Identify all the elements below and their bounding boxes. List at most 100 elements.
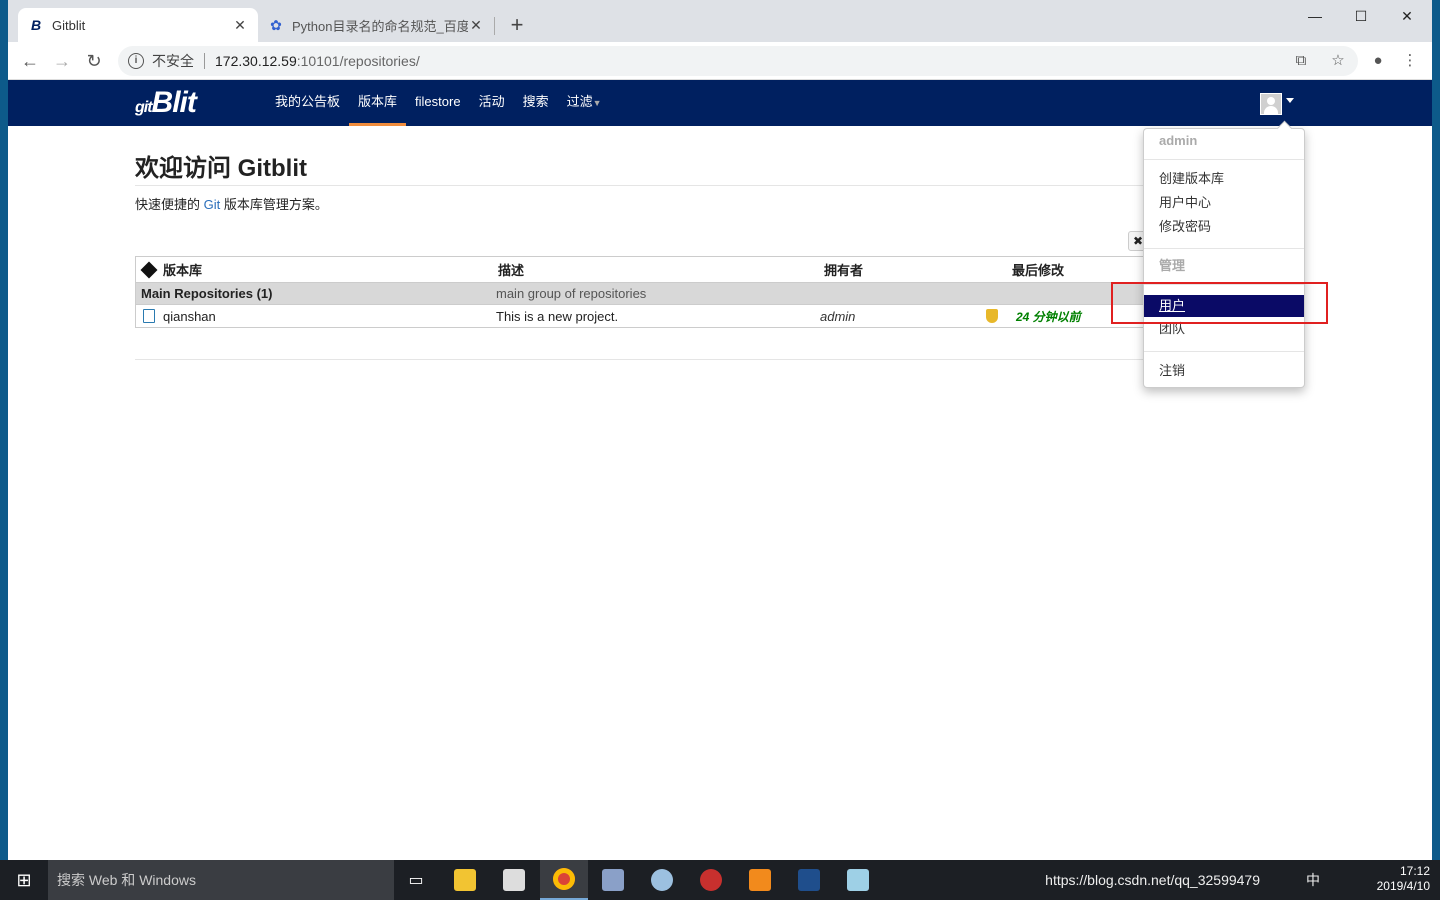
tab-baidu[interactable]: ✿ Python目录名的命名规范_百度搜 ✕ [258,8,494,42]
repo-owner[interactable]: admin [816,309,984,324]
user-dropdown-menu: admin 创建版本库 用户中心 修改密码 管理 用户 团队 注销 [1143,128,1305,388]
nav-dashboard[interactable]: 我的公告板 [266,80,349,126]
nav-repositories[interactable]: 版本库 [349,80,407,126]
subtitle-text-end: 版本库管理方案。 [220,197,328,212]
group-row[interactable]: Main Repositories (1) main group of repo… [136,283,1194,305]
avatar[interactable] [1260,93,1282,115]
menu-header-admin: 管理 [1159,258,1186,273]
address-divider [204,53,205,69]
menu-divider [1144,159,1304,160]
tab-label: Python目录名的命名规范_百度搜 [292,18,468,34]
tab-close-icon[interactable]: ✕ [232,17,248,34]
column-repository[interactable]: 版本库 [136,260,492,279]
main-nav: 我的公告板 版本库 filestore 活动 搜索 过滤▼ [266,80,611,126]
page-subtitle: 快速便捷的 Git 版本库管理方案。 [135,194,328,213]
windows-taskbar: ⊞ 搜索 Web 和 Windows ▭ https://blog.csdn.n… [0,860,1440,900]
chevron-down-icon: ▼ [592,98,602,108]
nav-search[interactable]: 搜索 [514,80,558,126]
bookmark-star-icon[interactable]: ☆ [1328,51,1348,71]
new-tab-button[interactable]: + [504,12,530,38]
minimize-button[interactable]: — [1292,4,1338,28]
divider [135,359,1285,360]
paint-tool-icon[interactable] [589,860,637,900]
orange-app-icon[interactable] [736,860,784,900]
watermark-text: https://blog.csdn.net/qq_32599479 [1045,872,1260,888]
maximize-button[interactable]: ☐ [1338,4,1384,28]
divider [135,185,1285,186]
repo-access-cell [984,309,1012,323]
paint-palette-icon[interactable] [638,860,686,900]
taskbar-clock[interactable]: 17:12 2019/4/10 [1377,864,1430,894]
tab-gitblit[interactable]: B Gitblit ✕ [18,8,258,42]
browser-app-icon[interactable] [687,860,735,900]
forward-arrow-icon[interactable]: → [50,49,74,73]
logo-text: Blit [151,86,197,119]
windows-start-icon[interactable]: ⊞ [0,860,48,900]
table-row[interactable]: qianshan This is a new project. admin 24… [136,305,1194,327]
logo-prefix: git [135,99,153,116]
git-link[interactable]: Git [204,197,221,212]
gitblit-navbar: gitBlit 我的公告板 版本库 filestore 活动 搜索 过滤▼ [8,80,1432,126]
taskbar-search-box[interactable]: 搜索 Web 和 Windows [48,860,394,900]
menu-item-change-password[interactable]: 修改密码 [1144,216,1304,238]
reload-icon[interactable]: ↻ [82,49,106,73]
subtitle-text: 快速便捷的 [135,197,204,212]
column-description[interactable]: 描述 [492,260,816,279]
clock-date: 2019/4/10 [1376,879,1430,893]
chrome-icon[interactable] [540,860,588,900]
shield-icon [986,309,998,323]
notes-app-icon[interactable] [834,860,882,900]
desktop-background [0,0,8,860]
gitblit-icon: B [30,17,42,33]
column-owner[interactable]: 拥有者 [816,260,984,279]
page-title: 欢迎访问 Gitblit [135,155,307,182]
address-bar[interactable]: i 不安全 172.30.12.59 :10101/repositories/ [118,46,1358,76]
tab-label: Gitblit [52,17,86,33]
script-app-icon[interactable] [785,860,833,900]
url-path: :10101/repositories/ [296,53,420,69]
nav-filter-label: 过滤 [566,94,593,109]
translate-icon[interactable]: ⧉ [1291,51,1311,71]
desktop-background-right [1432,0,1440,860]
file-explorer-icon[interactable] [441,860,489,900]
menu-kebab-icon[interactable]: ⋮ [1400,51,1420,71]
back-arrow-icon[interactable]: ← [18,49,42,73]
group-description: main group of repositories [496,286,647,301]
url-host: 172.30.12.59 [215,53,297,69]
browser-window: B Gitblit ✕ ✿ Python目录名的命名规范_百度搜 ✕ + — ☐… [8,0,1432,860]
tab-close-icon[interactable]: ✕ [468,17,484,34]
nav-filestore[interactable]: filestore [406,80,470,126]
table-header: 版本库 描述 拥有者 最后修改 [136,257,1194,283]
clock-time: 17:12 [1399,864,1430,878]
nav-activity[interactable]: 活动 [470,80,514,126]
menu-divider [1144,248,1304,249]
header-label: 版本库 [163,263,203,278]
gitblit-logo[interactable]: gitBlit [135,86,197,120]
menu-username: admin [1159,133,1198,148]
info-icon[interactable]: i [128,53,144,69]
repo-name[interactable]: qianshan [163,309,216,324]
menu-divider [1144,351,1304,352]
repo-name-cell[interactable]: qianshan [136,309,492,324]
git-icon [140,261,158,278]
ime-indicator[interactable]: 中 [1306,860,1320,900]
baidu-paw-icon: ✿ [270,16,282,33]
repository-icon [143,309,155,323]
menu-item-logout[interactable]: 注销 [1144,360,1304,382]
store-icon[interactable] [490,860,538,900]
task-view-icon[interactable]: ▭ [392,860,440,900]
nav-filter[interactable]: 过滤▼ [558,80,611,126]
security-label: 不安全 [152,53,194,69]
profile-icon[interactable]: ● [1368,51,1388,71]
repo-description: This is a new project. [496,308,619,324]
menu-item-user-center[interactable]: 用户中心 [1144,192,1304,214]
browser-toolbar: ← → ↻ i 不安全 172.30.12.59 :10101/reposito… [8,42,1432,80]
tab-strip: B Gitblit ✕ ✿ Python目录名的命名规范_百度搜 ✕ + — ☐… [8,0,1432,42]
menu-item-create-repository[interactable]: 创建版本库 [1144,168,1304,190]
tab-divider [494,17,495,35]
close-window-button[interactable]: ✕ [1384,4,1430,28]
repositories-table: 版本库 描述 拥有者 最后修改 Main Repositories (1) ma… [135,256,1195,328]
avatar-caret-icon[interactable] [1286,98,1294,103]
group-name: Main Repositories (1) [141,286,273,301]
highlight-annotation-box [1111,282,1328,324]
